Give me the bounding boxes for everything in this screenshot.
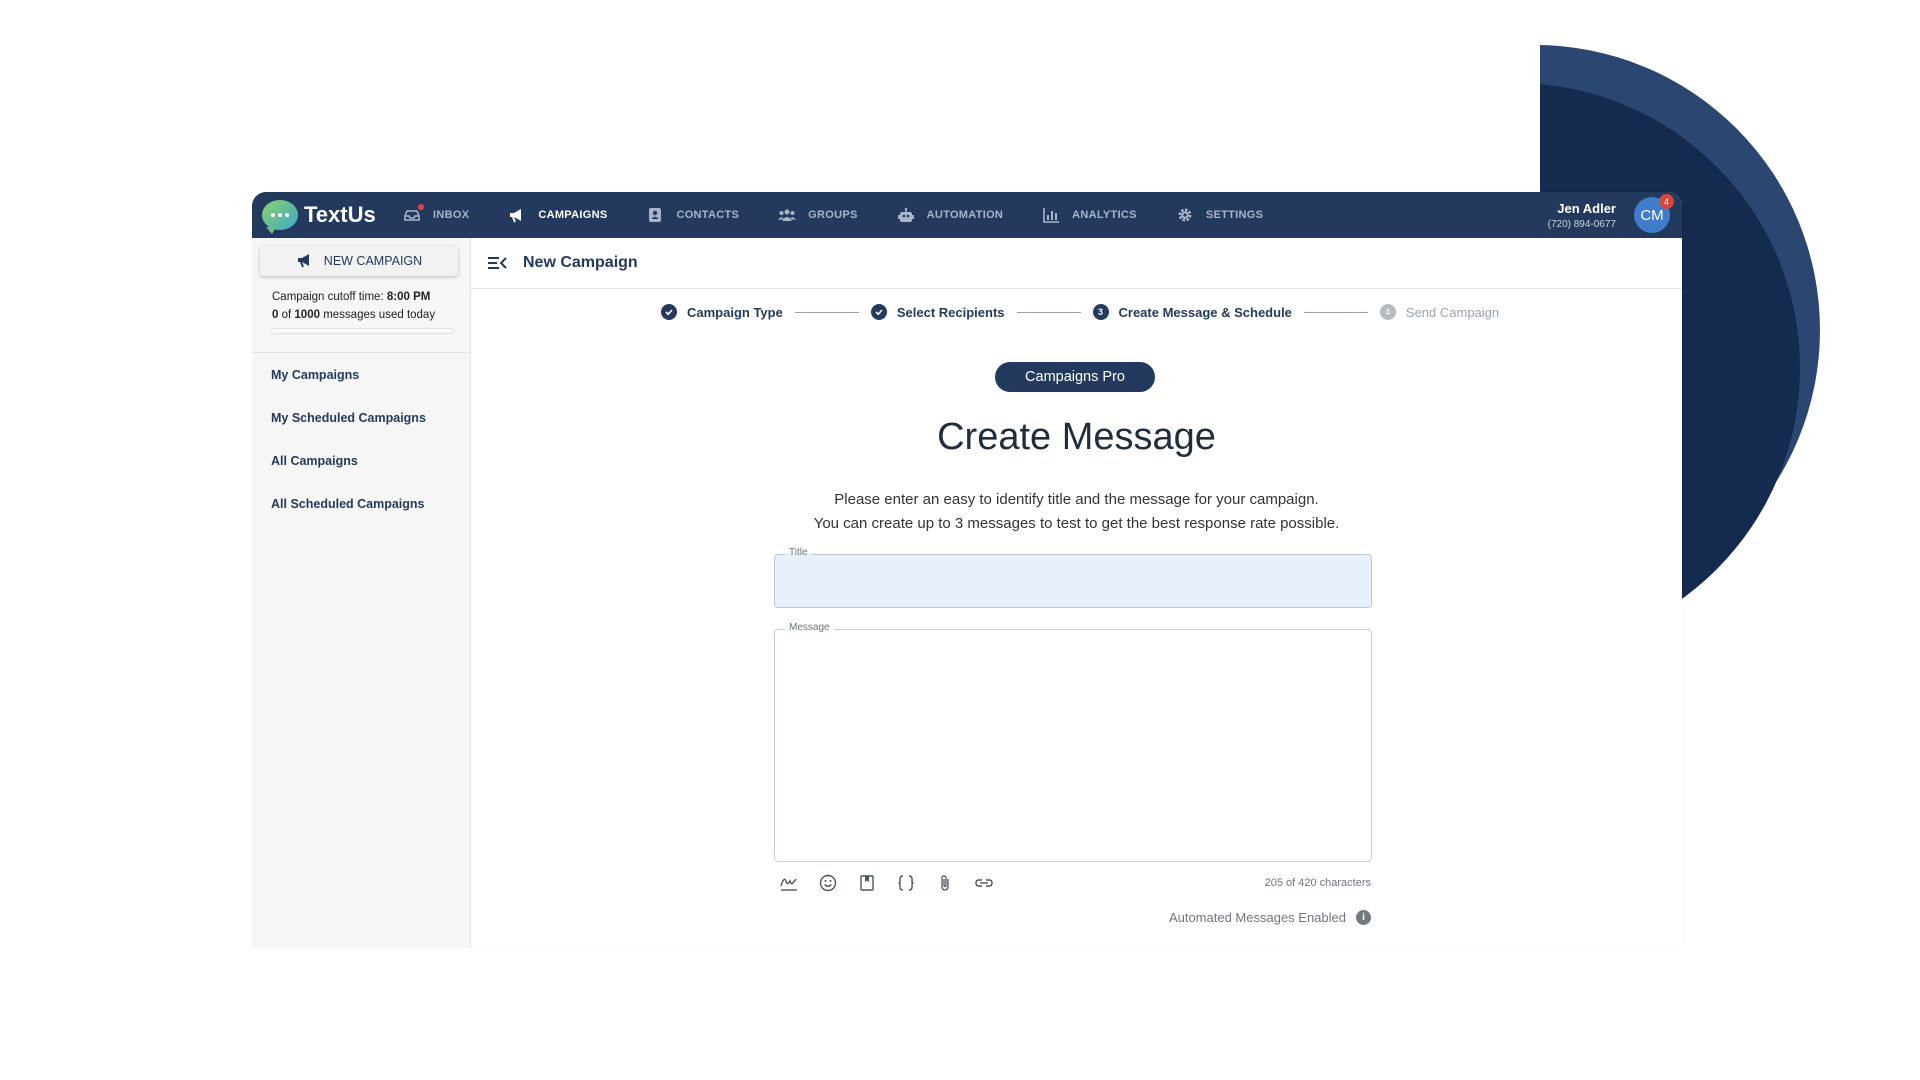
megaphone-icon (296, 252, 314, 271)
attachment-icon[interactable] (933, 872, 957, 894)
megaphone-icon (507, 207, 527, 223)
content-header: New Campaign (471, 238, 1682, 289)
main-content: New Campaign Campaign Type Select Recipi… (471, 238, 1682, 948)
step-connector (1016, 311, 1081, 313)
message-label: Message (785, 622, 834, 633)
step-label: Create Message & Schedule (1118, 304, 1292, 320)
step-campaign-type[interactable]: Campaign Type (661, 304, 783, 320)
nav-label: ANALYTICS (1072, 209, 1137, 221)
campaigns-pro-badge: Campaigns Pro (995, 362, 1155, 392)
avatar-initials: CM (1640, 206, 1664, 224)
nav-label: CONTACTS (676, 209, 740, 221)
robot-icon (896, 207, 916, 223)
link-shortener-icon[interactable] (972, 872, 996, 894)
usage-used: 0 (272, 309, 279, 321)
character-count: 205 of 420 characters (1264, 877, 1371, 889)
nav-campaigns[interactable]: CAMPAIGNS (507, 207, 607, 223)
automated-messages-label: Automated Messages Enabled (1168, 910, 1346, 925)
usage-progress-bar (270, 328, 454, 334)
campaign-usage-info: Campaign cutoff time: 8:00 PM 0 of 1000 … (252, 276, 470, 324)
chat-bubble-icon (262, 200, 298, 234)
message-toolbar (777, 872, 1011, 894)
nav-label: CAMPAIGNS (538, 209, 608, 221)
check-icon (870, 304, 887, 320)
user-info[interactable]: Jen Adler (720) 894-0677 (1548, 201, 1616, 230)
app-window: TextUs INBOX CAMPAIGNS CONTACTS GROUPS A… (252, 192, 1682, 948)
check-icon (661, 304, 677, 320)
user-name: Jen Adler (1557, 200, 1616, 216)
step-number: 3 (1092, 304, 1109, 320)
nav-label: AUTOMATION (926, 209, 1004, 221)
textus-logo[interactable]: TextUs (262, 200, 402, 234)
step-send-campaign[interactable]: 4 Send Campaign (1379, 304, 1500, 320)
step-number: 4 (1379, 304, 1396, 320)
usage-total: 1000 (294, 309, 320, 321)
step-label: Campaign Type (687, 304, 783, 320)
new-campaign-label: NEW CAMPAIGN (323, 254, 423, 268)
nav-label: INBOX (433, 209, 470, 221)
step-label: Select Recipients (896, 304, 1005, 320)
user-phone: (720) 894-0677 (1547, 218, 1616, 230)
nav-automation[interactable]: AUTOMATION (896, 207, 1004, 223)
inbox-icon (402, 204, 424, 223)
cutoff-label: Campaign cutoff time: (272, 291, 384, 303)
nav-groups[interactable]: GROUPS (777, 207, 857, 223)
top-nav-bar: TextUs INBOX CAMPAIGNS CONTACTS GROUPS A… (252, 192, 1682, 238)
emoji-icon[interactable] (816, 872, 840, 894)
variables-icon[interactable] (894, 872, 918, 894)
instructions: Please enter an easy to identify title a… (471, 488, 1682, 536)
automated-messages-status: Automated Messages Enabled i (1169, 910, 1371, 925)
campaign-links: My Campaigns My Scheduled Campaigns All … (252, 353, 470, 537)
usage-line: 0 of 1000 messages used today (272, 306, 470, 324)
nav-inbox[interactable]: INBOX (402, 204, 470, 223)
brand-name: TextUs (304, 202, 376, 227)
sidebar-item-my-campaigns[interactable]: My Campaigns (271, 365, 470, 408)
inbox-unread-dot (418, 204, 424, 210)
cutoff-time: 8:00 PM (386, 291, 431, 303)
message-textarea[interactable]: Message (774, 622, 1372, 862)
notification-badge: 4 (1659, 194, 1674, 209)
cutoff-line: Campaign cutoff time: 8:00 PM (272, 288, 470, 306)
page-title: New Campaign (523, 254, 638, 271)
collapse-sidebar-icon[interactable] (487, 255, 507, 271)
step-label: Send Campaign (1405, 304, 1500, 320)
step-select-recipients[interactable]: Select Recipients (870, 304, 1005, 320)
sidebar: NEW CAMPAIGN Campaign cutoff time: 8:00 … (252, 238, 471, 948)
groups-icon (777, 207, 797, 223)
step-connector (794, 311, 859, 313)
create-message-heading: Create Message (937, 416, 1216, 458)
sidebar-item-all-campaigns[interactable]: All Campaigns (271, 451, 470, 494)
title-label: Title (785, 547, 812, 558)
instructions-line-2: You can create up to 3 messages to test … (813, 515, 1340, 532)
sidebar-item-all-scheduled-campaigns[interactable]: All Scheduled Campaigns (271, 494, 470, 537)
gear-icon (1175, 207, 1195, 223)
new-campaign-button[interactable]: NEW CAMPAIGN (260, 246, 458, 276)
info-icon[interactable]: i (1356, 910, 1371, 925)
nav-contacts[interactable]: CONTACTS (645, 207, 739, 223)
signature-icon[interactable] (777, 872, 801, 894)
chart-icon (1041, 207, 1061, 223)
contacts-icon (645, 207, 665, 223)
sidebar-item-my-scheduled-campaigns[interactable]: My Scheduled Campaigns (271, 408, 470, 451)
nav-label: GROUPS (808, 209, 858, 221)
nav-settings[interactable]: SETTINGS (1175, 207, 1263, 223)
step-connector (1303, 311, 1368, 313)
title-input[interactable]: Title (774, 547, 1372, 608)
usage-of: of (281, 309, 292, 321)
nav-analytics[interactable]: ANALYTICS (1041, 207, 1137, 223)
nav-label: SETTINGS (1205, 209, 1264, 221)
step-create-message[interactable]: 3 Create Message & Schedule (1092, 304, 1292, 320)
template-icon[interactable] (855, 872, 879, 894)
instructions-line-1: Please enter an easy to identify title a… (834, 491, 1319, 508)
avatar[interactable]: CM 4 (1634, 194, 1674, 233)
usage-suffix: messages used today (323, 309, 436, 321)
campaign-stepper: Campaign Type Select Recipients 3 Create… (661, 304, 1499, 320)
